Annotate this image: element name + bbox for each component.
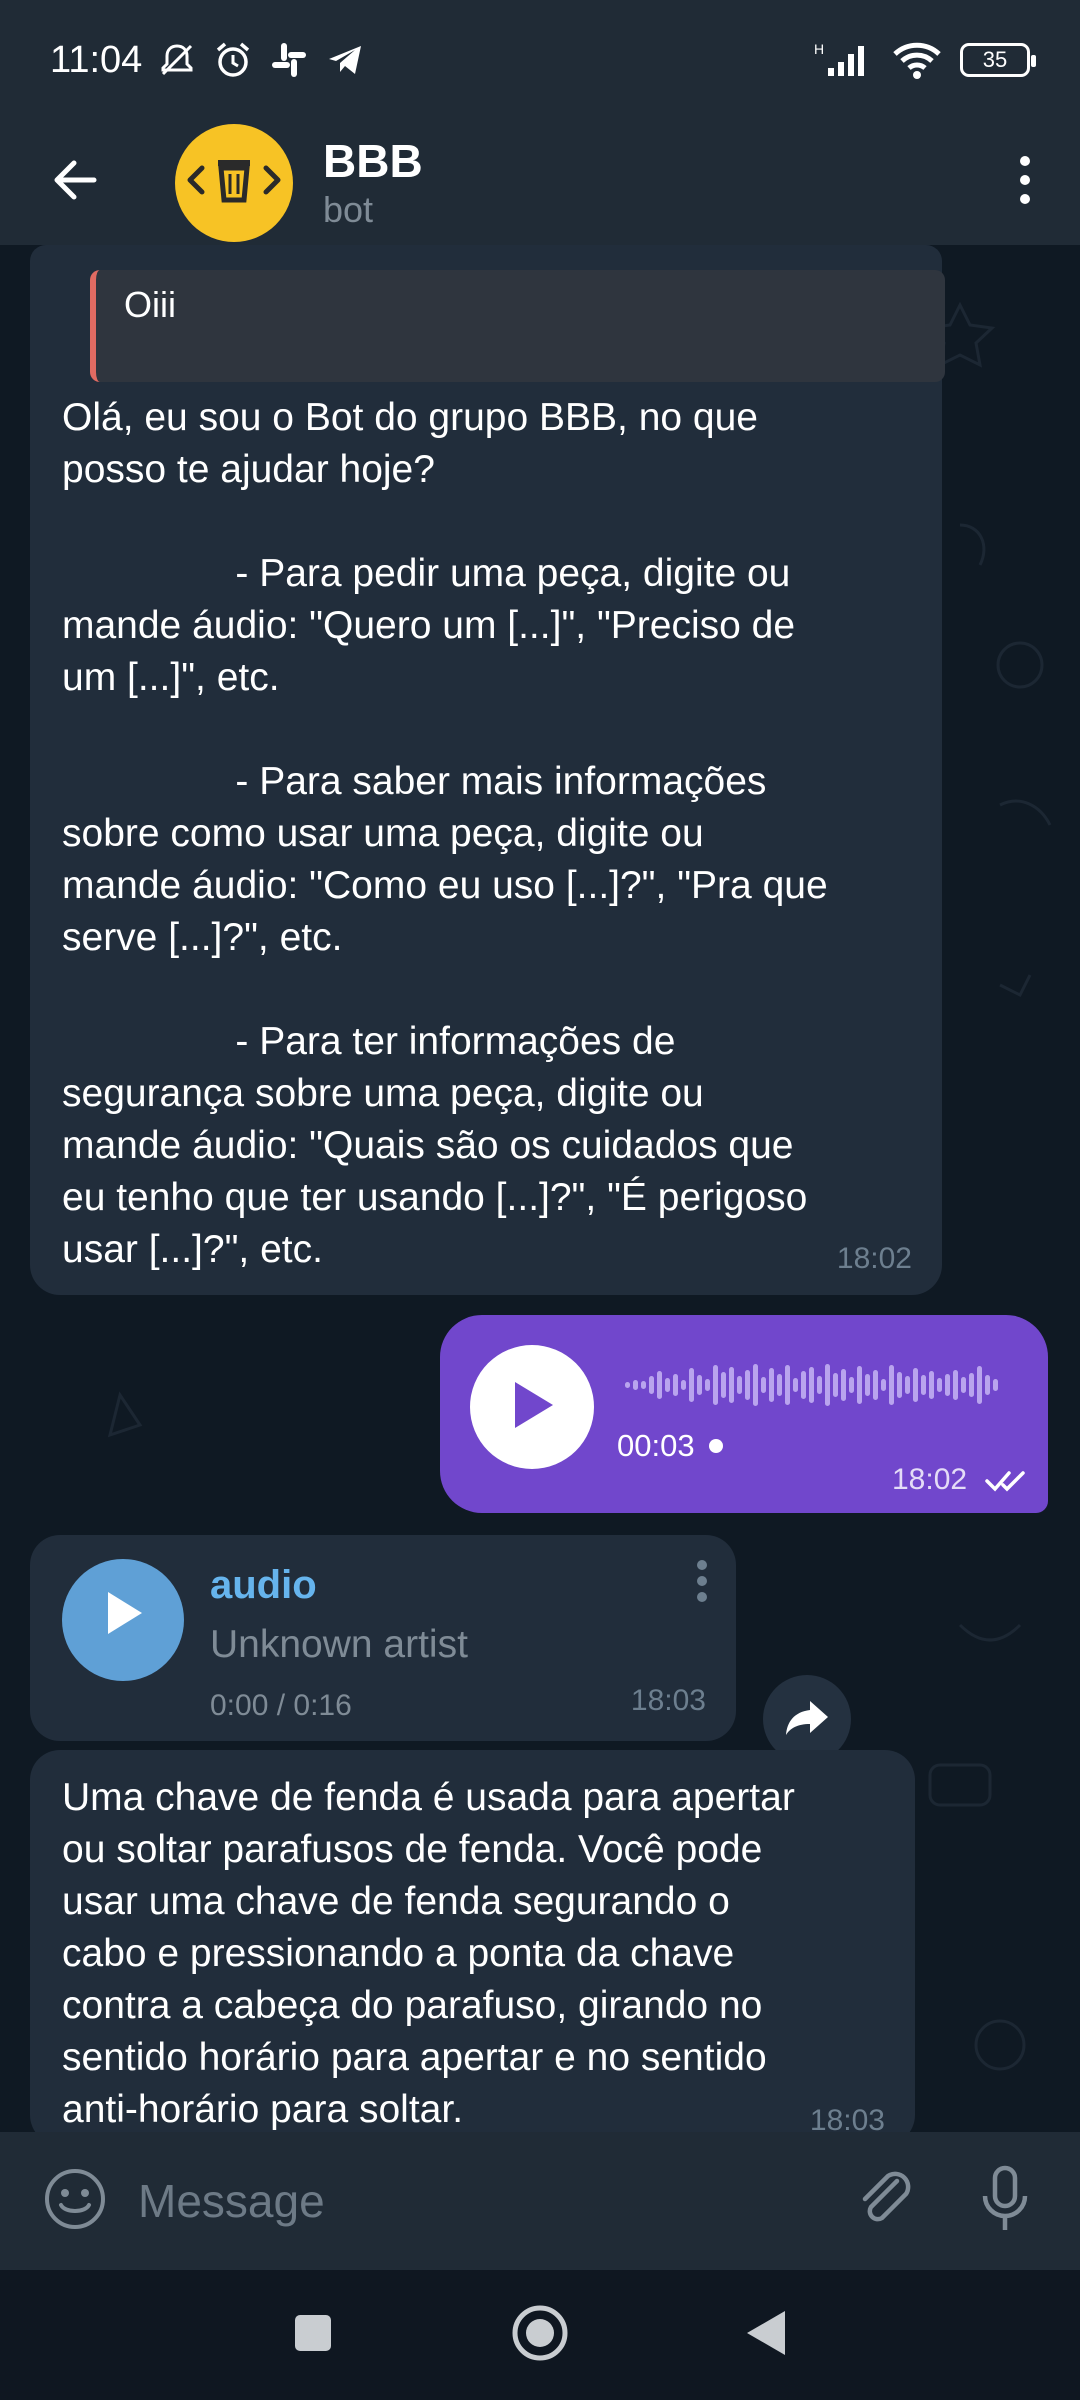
voice-duration-text: 00:03 (617, 1428, 695, 1463)
audio-play-button[interactable] (62, 1559, 184, 1681)
attach-icon (853, 2167, 917, 2236)
message-input[interactable] (138, 2151, 825, 2251)
back-arrow-icon (50, 155, 100, 210)
telegram-icon (324, 39, 366, 81)
play-icon (100, 1588, 146, 1652)
audio-menu-button[interactable] (695, 1559, 709, 1617)
chat-title: BBB (323, 134, 423, 187)
muted-icon (156, 39, 198, 81)
bot-logo-icon (184, 150, 284, 215)
back-button[interactable] (0, 120, 150, 245)
mic-button[interactable] (945, 2132, 1065, 2270)
svg-text:H: H (814, 41, 824, 57)
message-time: 18:03 (809, 2104, 885, 2132)
signal-icon: H (814, 39, 874, 81)
nav-back-icon (745, 2309, 789, 2362)
nav-back-button[interactable] (717, 2285, 817, 2385)
voice-duration: 00:03 (617, 1428, 723, 1464)
wifi-icon (892, 39, 942, 81)
incoming-message[interactable]: Uma chave de fenda é usada para apertar … (30, 1750, 915, 2132)
avatar[interactable] (175, 123, 293, 242)
incoming-message[interactable]: Oiii Olá, eu sou o Bot do grupo BBB, no … (30, 245, 945, 1295)
voice-play-button[interactable] (470, 1345, 594, 1469)
status-bar: 11:04 H 35 (0, 0, 1080, 120)
emoji-icon (43, 2167, 107, 2236)
chat-title-block[interactable]: BBB bot (323, 134, 423, 232)
system-nav-bar (0, 2270, 1080, 2400)
status-time: 11:04 (50, 38, 143, 81)
incoming-audio-message[interactable]: audio Unknown artist 0:00 / 0:16 18:03 (30, 1535, 736, 1741)
reply-quote[interactable]: Oiii (90, 270, 945, 382)
emoji-button[interactable] (0, 2132, 150, 2270)
unplayed-dot (708, 1439, 723, 1453)
status-right: H 35 (814, 39, 1036, 81)
reply-text: Oiii (124, 284, 176, 325)
status-left: 11:04 (50, 39, 366, 82)
audio-title: audio (210, 1563, 317, 1607)
more-options-button[interactable] (980, 120, 1070, 245)
nav-home-icon (511, 2304, 569, 2367)
play-icon (507, 1378, 557, 1437)
double-check-icon (985, 1465, 1033, 1500)
nav-recents-button[interactable] (263, 2285, 363, 2385)
mic-icon (977, 2164, 1033, 2239)
outgoing-voice-message[interactable]: 00:03 18:02 (440, 1315, 1048, 1513)
share-icon (784, 1697, 830, 1742)
nav-recents-icon (293, 2313, 333, 2358)
message-text: Uma chave de fenda é usada para apertar … (62, 1776, 795, 2131)
more-vert-icon (1017, 155, 1033, 210)
nav-home-button[interactable] (490, 2285, 590, 2385)
chat-header: BBB bot (0, 120, 1080, 245)
battery-level: 35 (982, 47, 1008, 72)
voice-waveform[interactable] (625, 1360, 1010, 1410)
battery-icon: 35 (960, 43, 1036, 77)
message-time: 18:02 (836, 1242, 912, 1275)
chat-subtitle: bot (323, 188, 374, 230)
alarm-icon (212, 39, 254, 81)
message-time: 18:02 (892, 1463, 968, 1496)
message-text: Olá, eu sou o Bot do grupo BBB, no que p… (62, 396, 828, 1271)
message-input-bar (0, 2132, 1080, 2270)
attach-button[interactable] (825, 2132, 945, 2270)
message-time: 18:03 (630, 1684, 706, 1717)
chat-area[interactable]: Oiii Olá, eu sou o Bot do grupo BBB, no … (0, 245, 1080, 2132)
audio-progress: 0:00 / 0:16 (210, 1689, 352, 1722)
slack-icon (268, 39, 310, 81)
audio-artist: Unknown artist (210, 1623, 468, 1666)
